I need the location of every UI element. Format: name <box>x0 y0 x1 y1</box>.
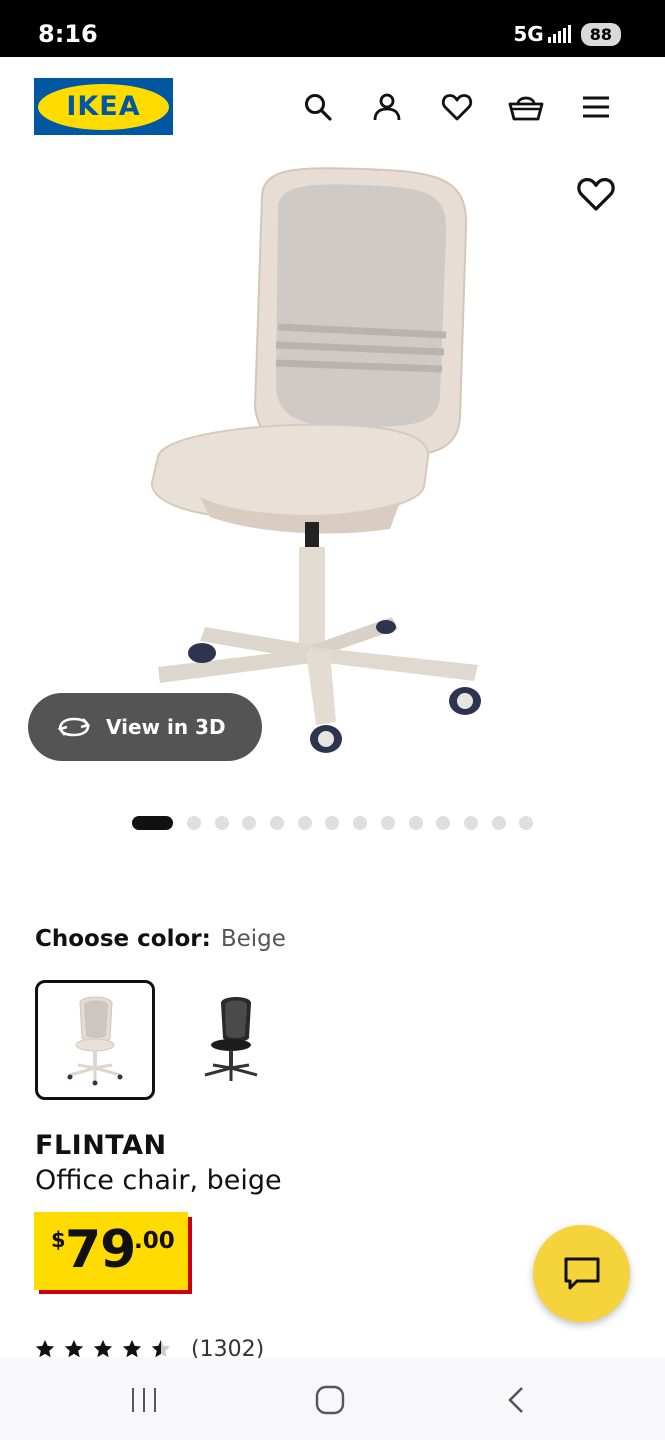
carousel-dot[interactable] <box>353 816 368 830</box>
carousel-dot[interactable] <box>187 816 201 830</box>
carousel-dot[interactable] <box>491 816 506 830</box>
chat-icon <box>564 1257 599 1289</box>
view-in-3d-label: View in 3D <box>106 715 226 739</box>
carousel-dot[interactable] <box>436 816 451 830</box>
star-icon <box>93 1339 113 1358</box>
color-choice-label: Choose color: Beige <box>35 926 286 952</box>
carousel-dot[interactable] <box>380 816 395 830</box>
recent-apps-icon[interactable] <box>122 1378 166 1422</box>
carousel-dot[interactable] <box>214 816 229 830</box>
logo-text: IKEA <box>66 91 141 122</box>
choose-color-heading: Choose color: <box>35 926 211 952</box>
star-icon <box>64 1339 84 1358</box>
ikea-logo[interactable]: IKEA <box>34 78 173 135</box>
price-tag: $ 79 .00 <box>34 1212 188 1290</box>
color-swatch-beige[interactable] <box>35 980 155 1100</box>
view-in-3d-button[interactable]: View in 3D <box>28 693 262 761</box>
product-description: Office chair, beige <box>35 1165 282 1196</box>
star-icon <box>122 1339 142 1358</box>
star-icon <box>35 1339 55 1358</box>
carousel-dot[interactable] <box>463 816 478 830</box>
selected-color-value: Beige <box>220 926 286 952</box>
home-icon[interactable] <box>308 1378 352 1422</box>
heart-icon[interactable] <box>437 87 477 127</box>
system-navigation-bar <box>0 1358 665 1440</box>
search-icon[interactable] <box>298 87 338 127</box>
half-star-icon <box>151 1339 171 1358</box>
color-swatch-black[interactable] <box>168 980 288 1100</box>
account-icon[interactable] <box>367 87 407 127</box>
price-integer: 79 <box>65 1220 136 1280</box>
save-to-favorites-icon[interactable] <box>576 174 616 214</box>
logo-oval: IKEA <box>38 83 169 130</box>
price-decimal: .00 <box>134 1228 175 1254</box>
product-name[interactable]: FLINTAN <box>35 1130 167 1161</box>
image-carousel-indicator <box>132 816 547 830</box>
carousel-dot[interactable] <box>325 816 340 830</box>
carousel-dot[interactable] <box>242 816 257 830</box>
status-time: 8:16 <box>38 20 98 48</box>
status-indicators: 5G 88 <box>513 22 621 46</box>
price-currency: $ <box>51 1228 66 1252</box>
carousel-dot[interactable] <box>270 816 285 830</box>
back-icon[interactable] <box>494 1378 538 1422</box>
product-image[interactable] <box>0 157 665 777</box>
carousel-dot[interactable] <box>519 816 534 830</box>
menu-icon[interactable] <box>576 87 616 127</box>
app-header: IKEA <box>0 57 665 157</box>
signal-icon <box>547 25 571 43</box>
rotate-3d-icon <box>57 717 91 737</box>
status-bar: 8:16 5G 88 <box>0 0 665 57</box>
basket-icon[interactable] <box>506 87 546 127</box>
carousel-dot-active[interactable] <box>132 816 173 830</box>
carousel-dot[interactable] <box>297 816 312 830</box>
chat-button[interactable] <box>533 1225 630 1322</box>
carousel-dot[interactable] <box>408 816 423 830</box>
battery-indicator: 88 <box>580 22 621 46</box>
network-type: 5G <box>513 22 544 46</box>
